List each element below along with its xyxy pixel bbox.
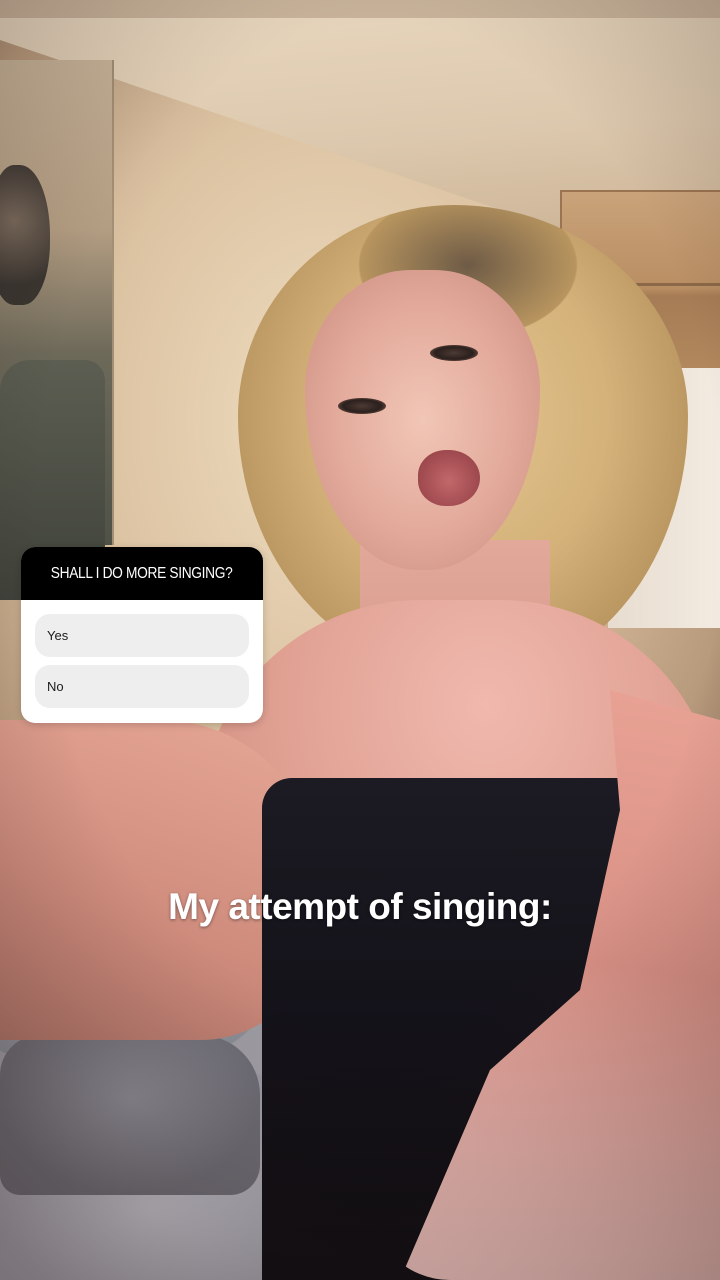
poll-option-label: Yes (47, 628, 69, 643)
poll-options: Yes No (21, 600, 263, 708)
poll-option-no[interactable]: No (35, 665, 249, 708)
poll-sticker: SHALL I DO MORE SINGING? Yes No (21, 547, 263, 723)
poll-question-header: SHALL I DO MORE SINGING? (21, 547, 263, 600)
poll-option-label: No (47, 679, 64, 694)
poll-option-yes[interactable]: Yes (35, 614, 249, 657)
story-view: SHALL I DO MORE SINGING? Yes No My attem… (0, 0, 720, 1280)
caption-text: My attempt of singing: (168, 886, 552, 927)
poll-question: SHALL I DO MORE SINGING? (51, 564, 233, 582)
